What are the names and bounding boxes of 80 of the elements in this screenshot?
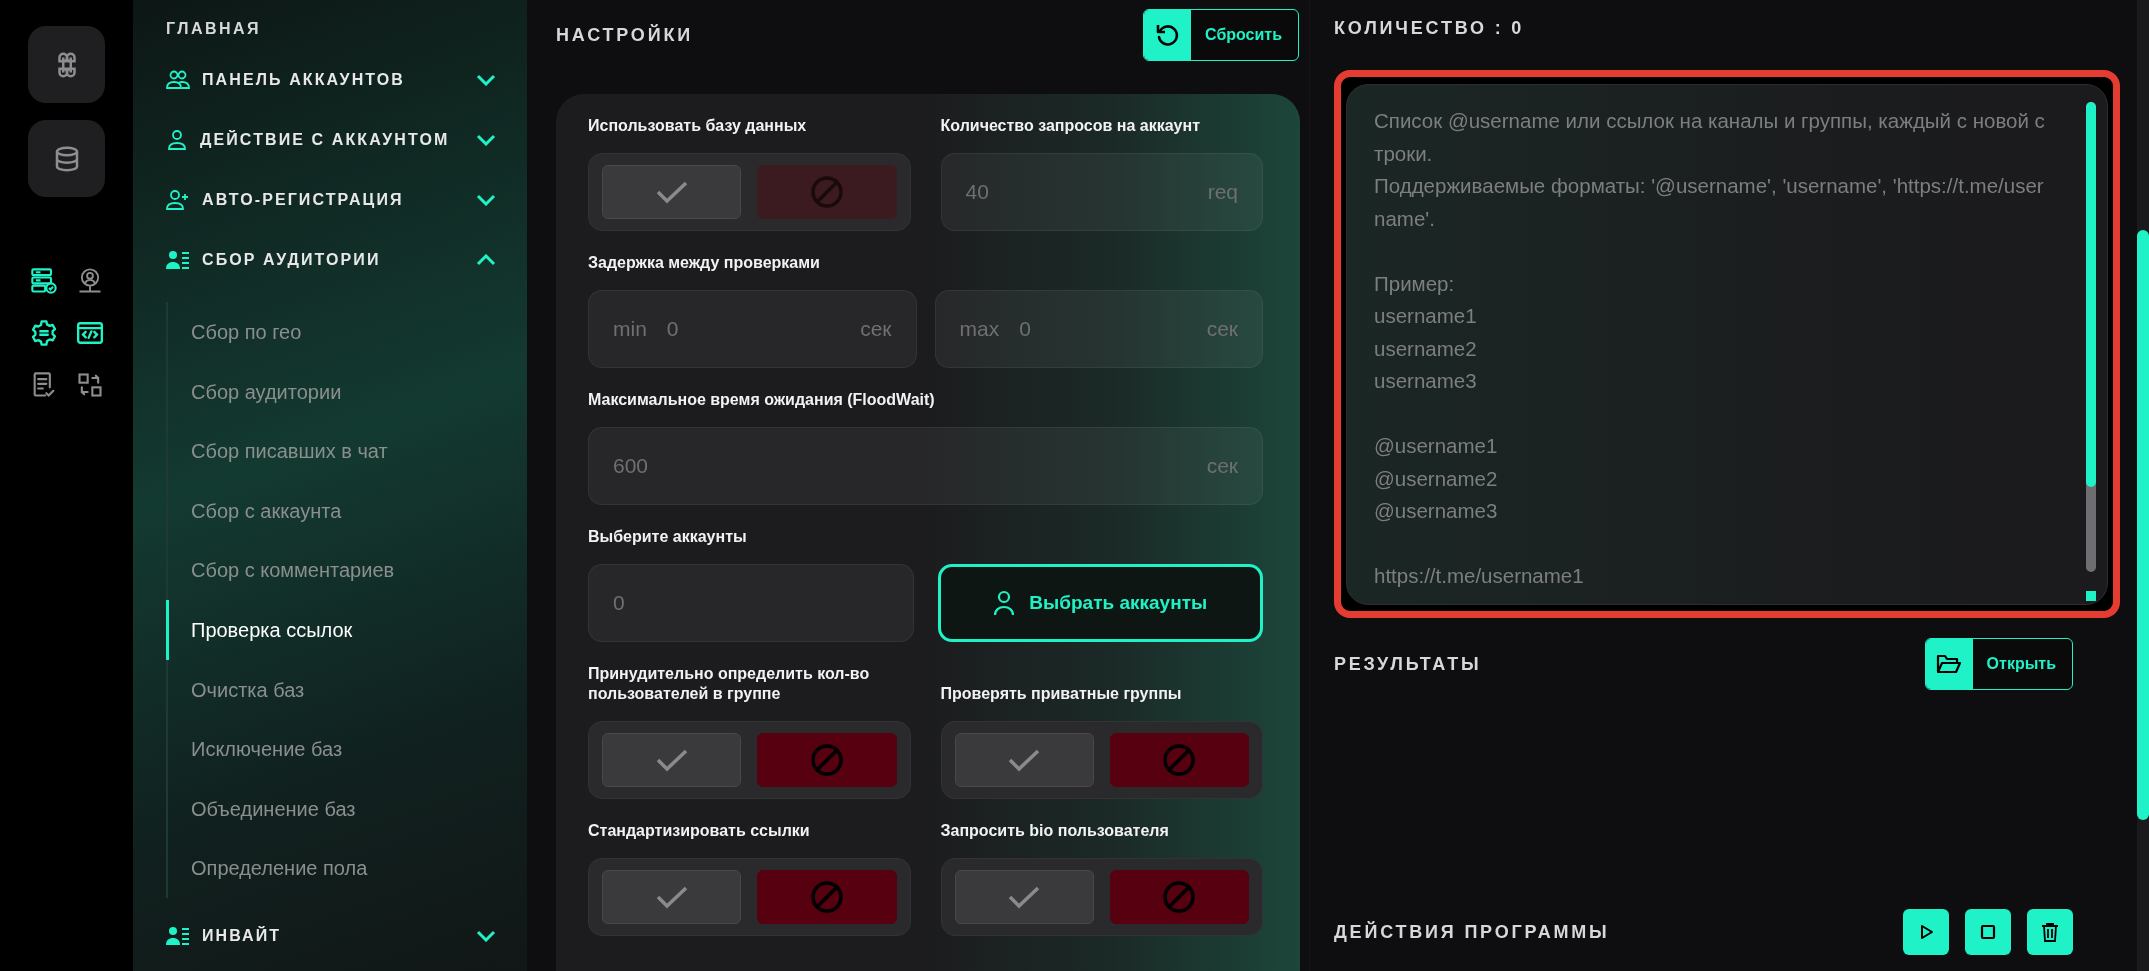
nav-section[interactable]: АВТО-РЕГИСТРАЦИЯ <box>166 170 496 230</box>
user-list-icon <box>166 250 190 270</box>
chevron-down-icon <box>476 74 496 86</box>
gear-icon[interactable] <box>29 319 58 347</box>
nav-item[interactable]: Сбор аудитории <box>166 361 348 422</box>
server-check-icon[interactable] <box>29 267 58 295</box>
reset-button[interactable]: Сбросить <box>1143 9 1299 61</box>
list-field[interactable]: Список @username или ссылок на каналы и группы, каждый с новой строки. Поддерживаемые форматы: '@username', 'username', 'https://t.me/username'. Пример: username1 username2 username3 @username1 @username2 @username3 https://t.me/username1 <box>1346 84 2108 605</box>
select-accounts-button[interactable]: Выбрать аккаунты <box>937 564 1263 642</box>
nav-section[interactable]: ПАНЕЛЬ АККАУНТОВ <box>166 50 496 110</box>
user-icon <box>166 130 188 150</box>
nav-item[interactable]: Сбор писавших в чат <box>166 421 394 481</box>
nav-item[interactable]: Сбор с комментариев <box>166 540 401 600</box>
field-label: Максимальное время ожидания (FloodWait) <box>588 390 936 410</box>
ban-icon <box>1161 879 1198 915</box>
ban-icon <box>808 742 845 778</box>
ban-icon <box>1161 742 1198 778</box>
section-title: РЕЗУЛЬТАТЫ <box>1334 653 1482 675</box>
stop-button[interactable] <box>1965 909 2011 955</box>
section-title: ДЕЙСТВИЯ ПРОГРАММЫ <box>1334 921 1610 943</box>
scrollbar[interactable] <box>2086 102 2096 572</box>
chevron-down-icon <box>476 194 496 206</box>
reset-icon <box>1154 22 1181 48</box>
open-button[interactable]: Открыть <box>1924 638 2073 690</box>
users-icon <box>166 70 190 90</box>
user-add-icon <box>166 190 190 210</box>
field-label: Задержка между проверками <box>588 253 821 273</box>
trash-icon <box>2041 922 2059 942</box>
number-field[interactable]: 40 req <box>940 153 1263 231</box>
field-label: Стандартизировать ссылки <box>588 821 811 841</box>
nav-section[interactable]: СБОР АУДИТОРИИ <box>166 230 496 290</box>
field-label: Запросить bio пользователя <box>940 821 1170 841</box>
nav-section[interactable]: ИНВАЙТ <box>166 905 496 966</box>
nav-item[interactable]: Объединение баз <box>166 778 362 839</box>
chevron-down-icon <box>476 929 496 942</box>
count-title: КОЛИЧЕСТВО : 0 <box>1334 18 1526 40</box>
field-value: 0 <box>1019 317 1032 341</box>
nav-item[interactable]: Сбор по гео <box>166 302 308 362</box>
field-label: Количество запросов на аккаунт <box>940 116 1201 136</box>
number-field[interactable]: min 0 сек <box>588 290 917 368</box>
field-label: Принудительно определить кол-во пользователей в группе <box>588 664 871 704</box>
code-window-icon[interactable] <box>75 319 104 347</box>
unit-label: сек <box>1206 454 1238 478</box>
number-field[interactable]: 600 сек <box>588 427 1263 505</box>
stop-icon <box>1979 923 1997 941</box>
user-icon <box>993 590 1016 616</box>
nav-item[interactable]: Определение пола <box>166 838 374 898</box>
resize-handle[interactable] <box>2086 591 2096 601</box>
nav-item[interactable]: Проверка ссылок <box>166 599 359 660</box>
play-button[interactable] <box>1903 909 1949 955</box>
rail-button[interactable] <box>28 120 105 197</box>
nav-item[interactable]: Исключение баз <box>166 719 349 779</box>
ban-icon <box>808 174 845 210</box>
field-label: Использовать базу данных <box>588 116 808 136</box>
field-prefix: min <box>613 317 647 341</box>
unit-label: сек <box>1206 317 1238 341</box>
field-value: 0 <box>666 317 680 341</box>
number-field[interactable]: max 0 сек <box>934 290 1263 368</box>
rail-button[interactable] <box>28 26 105 103</box>
swap-icon[interactable] <box>75 371 104 399</box>
delete-button[interactable] <box>2027 909 2073 955</box>
accounts-count-field[interactable]: 0 <box>588 564 914 642</box>
nav-heading[interactable]: ГЛАВНАЯ <box>166 20 527 50</box>
unit-label: req <box>1207 180 1238 204</box>
nav-item[interactable]: Сбор с аккаунта <box>166 480 348 541</box>
ban-icon <box>808 879 845 915</box>
nav-section[interactable]: ДЕЙСТВИЕ С АККАУНТОМ <box>166 110 496 170</box>
field-label: Проверять приватные группы <box>940 684 1183 704</box>
field-value: 600 <box>613 454 650 478</box>
chevron-up-icon <box>476 254 496 266</box>
section-title: НАСТРОЙКИ <box>556 24 693 46</box>
chevron-down-icon <box>476 134 496 146</box>
field-label: Выберите аккаунты <box>588 527 748 547</box>
folder-icon <box>1936 653 1963 675</box>
user-list-icon <box>166 925 190 946</box>
field-value: 40 <box>965 180 990 204</box>
field-prefix: max <box>959 317 1000 341</box>
unit-label: сек <box>860 317 892 341</box>
scrollbar[interactable] <box>2137 0 2149 971</box>
nav-item[interactable]: Очистка баз <box>166 659 311 720</box>
